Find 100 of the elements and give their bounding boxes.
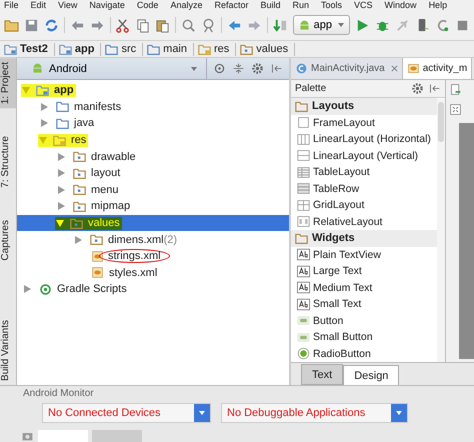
collapse-icon[interactable] xyxy=(232,62,245,75)
palette-item[interactable]: TableLayout xyxy=(291,164,437,180)
cut-icon[interactable] xyxy=(115,18,130,32)
tree-item[interactable]: java xyxy=(74,117,94,130)
palette-item[interactable]: RelativeLayout xyxy=(291,214,437,230)
breadcrumb-item[interactable]: app xyxy=(58,42,102,56)
editor-tab[interactable]: activity_m xyxy=(402,58,472,79)
menu-bar-entry[interactable]: Analyze xyxy=(170,0,202,10)
triangle-icon[interactable] xyxy=(58,186,65,194)
triangle-icon[interactable] xyxy=(41,102,48,111)
tree-item[interactable]: mipmap xyxy=(91,200,130,212)
folder-icon xyxy=(73,183,86,196)
make-icon[interactable] xyxy=(272,18,288,32)
folder-icon xyxy=(4,42,17,56)
breadcrumb-item[interactable]: Test2 xyxy=(4,42,55,56)
play-icon[interactable] xyxy=(355,18,370,32)
tree-item[interactable]: styles.xml xyxy=(109,266,158,279)
tree-item[interactable]: Gradle Scripts xyxy=(57,283,127,296)
menu-bar-entry[interactable]: Window xyxy=(384,0,417,10)
sync-gradle-icon[interactable] xyxy=(435,18,450,32)
folder-icon xyxy=(295,100,308,113)
menu-bar-entry[interactable]: Tools xyxy=(321,0,342,10)
hide-panel-icon[interactable] xyxy=(428,82,441,95)
palette-item[interactable]: GridLayout xyxy=(291,197,437,214)
attach-icon[interactable] xyxy=(395,18,410,32)
settings-icon[interactable] xyxy=(251,62,264,75)
tree-item[interactable]: menu xyxy=(91,184,119,196)
xml-file-icon xyxy=(91,266,104,280)
editor-mode-tab[interactable]: Design xyxy=(343,365,400,385)
tree-item[interactable]: dimens.xml(2) xyxy=(108,234,178,246)
search-icon[interactable] xyxy=(181,18,196,32)
palette-item[interactable]: LinearLayout (Horizontal) xyxy=(291,131,437,148)
layout-icon xyxy=(297,116,310,130)
menu-bar-entry[interactable]: Code xyxy=(136,0,158,10)
menu-bar-entry[interactable]: Refactor xyxy=(214,0,248,10)
gradle-icon xyxy=(39,282,52,296)
tree-item[interactable]: drawable xyxy=(91,150,136,163)
side-tab[interactable]: 7: Structure xyxy=(0,132,16,192)
folder-icon xyxy=(295,232,308,245)
breadcrumb-item[interactable]: main xyxy=(147,42,194,56)
app-dropdown[interactable]: No Debuggable Applications xyxy=(221,403,408,423)
folder-icon xyxy=(56,116,69,130)
new-file-icon[interactable] xyxy=(449,83,462,96)
palette-group[interactable]: Layouts xyxy=(291,98,437,114)
palette-item[interactable]: Large Text xyxy=(291,263,437,280)
editor-mode-tab[interactable]: Text xyxy=(301,364,344,385)
side-tab[interactable]: 1: Project xyxy=(0,58,16,108)
folder-icon[interactable] xyxy=(4,18,19,32)
tree-item[interactable]: strings.xml xyxy=(99,249,170,264)
device-dropdown[interactable]: No Connected Devices xyxy=(42,403,211,423)
triangle-icon[interactable] xyxy=(75,236,82,244)
layout-icon xyxy=(297,215,310,228)
palette-item[interactable]: Button xyxy=(291,312,437,329)
save-icon[interactable] xyxy=(24,18,39,32)
menu-bar-entry[interactable]: VCS xyxy=(354,0,373,10)
folder-icon xyxy=(70,216,83,230)
caret-icon xyxy=(190,64,198,72)
menu-bar-entry[interactable]: Navigate xyxy=(89,0,125,10)
tree-item[interactable]: manifests xyxy=(74,100,122,113)
breadcrumb-item[interactable]: res xyxy=(198,42,236,56)
paste-icon[interactable] xyxy=(155,18,170,32)
palette-item[interactable]: Small Text xyxy=(291,296,437,312)
triangle-icon[interactable] xyxy=(58,152,65,161)
palette-item[interactable]: TableRow xyxy=(291,180,437,197)
palette-item[interactable]: RadioButton xyxy=(291,346,437,362)
hide-panel-icon[interactable] xyxy=(270,62,283,75)
palette-group[interactable]: Widgets xyxy=(291,230,437,246)
tree-item[interactable]: layout xyxy=(91,167,120,180)
view-dropdown[interactable]: Android xyxy=(17,58,207,79)
menu-bar-entry[interactable]: View xyxy=(58,0,78,10)
target-icon[interactable] xyxy=(213,62,226,75)
folder-icon xyxy=(53,134,66,147)
menu-bar-entry[interactable]: Run xyxy=(292,0,310,10)
side-tab[interactable]: Build Variants xyxy=(0,316,16,385)
triangle-icon[interactable] xyxy=(24,285,31,294)
palette-item[interactable]: FrameLayout xyxy=(291,114,437,131)
menu-bar-entry[interactable]: Edit xyxy=(30,0,46,10)
zoom-fit-icon[interactable] xyxy=(449,103,462,116)
palette-item[interactable]: LinearLayout (Vertical) xyxy=(291,148,437,164)
folder-icon xyxy=(147,42,160,56)
editor-tab[interactable]: MainActivity.java xyxy=(291,58,403,79)
settings-icon[interactable] xyxy=(411,82,424,95)
sync-icon[interactable] xyxy=(44,18,59,32)
folder-icon xyxy=(56,100,69,114)
side-tab[interactable]: Captures xyxy=(0,216,16,265)
menu-bar-entry[interactable]: Help xyxy=(428,0,448,10)
copy-icon[interactable] xyxy=(135,18,150,32)
palette-item[interactable]: Small Button xyxy=(291,329,437,346)
replace-icon[interactable] xyxy=(201,18,216,32)
close-icon[interactable] xyxy=(390,65,398,72)
breadcrumb-item[interactable]: values xyxy=(240,42,296,56)
triangle-icon[interactable] xyxy=(58,169,65,178)
menu-bar-entry[interactable]: File xyxy=(4,0,19,10)
run-configuration-dropdown[interactable]: app xyxy=(292,15,350,35)
folder-icon xyxy=(198,42,211,56)
breadcrumb-item[interactable]: src xyxy=(105,42,144,56)
palette-item[interactable]: Medium Text xyxy=(291,280,437,296)
palette-item[interactable]: Plain TextView xyxy=(291,246,437,263)
menu-bar-entry[interactable]: Build xyxy=(260,0,280,10)
triangle-icon[interactable] xyxy=(41,119,48,128)
